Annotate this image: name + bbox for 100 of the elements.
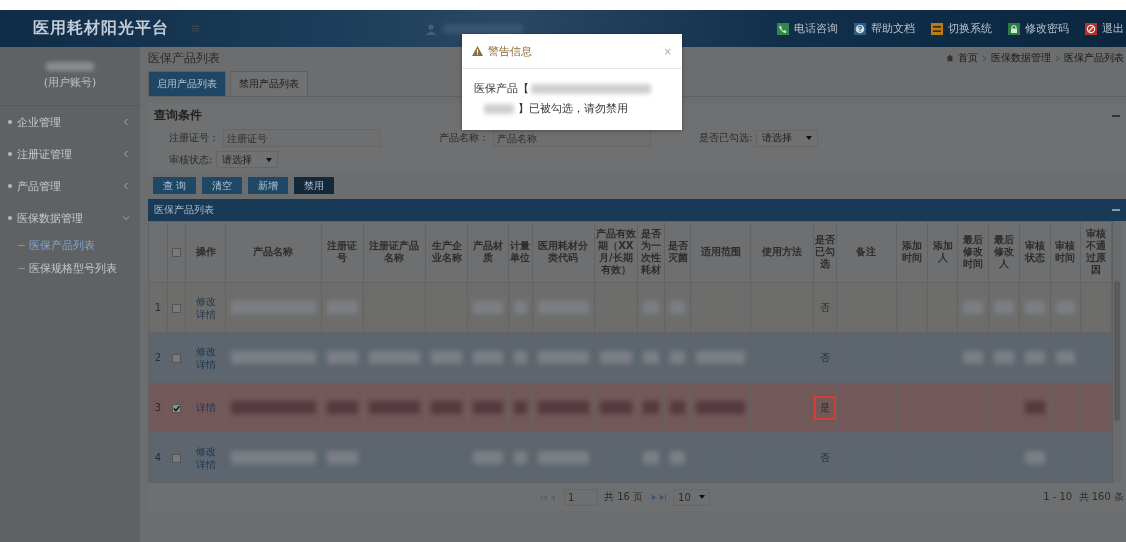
sidebar-item[interactable]: 企业管理	[0, 106, 140, 138]
column-header: 是否已勾选	[813, 221, 837, 283]
header-link[interactable]: 修改密码	[1025, 21, 1069, 36]
column-header: 产品材质	[467, 221, 509, 283]
page-input[interactable]: 1	[564, 488, 598, 506]
blurred-content	[696, 351, 746, 364]
page-title: 医保产品列表	[148, 49, 220, 67]
select-field[interactable]: 请选择	[756, 129, 819, 147]
sidebar-item[interactable]: 注册证管理	[0, 138, 140, 170]
tab[interactable]: 启用产品列表	[148, 71, 226, 96]
tab[interactable]: 禁用产品列表	[230, 71, 308, 96]
action-button[interactable]: 清空	[202, 177, 243, 194]
column-header: 最后修改人	[988, 221, 1019, 283]
checkbox[interactable]	[172, 247, 182, 257]
action-button[interactable]: 查 询	[153, 177, 197, 194]
blurred-content	[431, 351, 463, 364]
panel-title: 查询条件	[154, 107, 202, 124]
row-number: 2	[148, 332, 168, 383]
blurred-content	[599, 401, 632, 414]
column-header: 审核时间	[1050, 221, 1081, 283]
user-icon	[425, 22, 437, 35]
header-link[interactable]: 切换系统	[948, 21, 992, 36]
lock-icon	[1008, 22, 1020, 35]
action-button[interactable]: 禁用	[294, 177, 335, 194]
chevron-left-icon	[122, 182, 130, 190]
blurred-content	[696, 401, 746, 414]
checkbox[interactable]	[172, 403, 182, 413]
field-label: 是否已勾选:	[699, 131, 753, 145]
header-link[interactable]: 帮助文档	[871, 21, 915, 36]
chevron-left-icon	[122, 118, 130, 126]
page-size-select[interactable]: 10	[673, 488, 710, 506]
warning-icon	[472, 46, 483, 56]
modal-message: 】已被勾选，请勿禁用	[518, 102, 628, 115]
modal-message: 医保产品【	[474, 82, 529, 95]
column-header: 最后修改时间	[957, 221, 989, 283]
blurred-content	[514, 451, 527, 464]
blurred-content	[670, 351, 686, 364]
column-header: 产品名称	[225, 221, 322, 283]
blurred-content	[1024, 401, 1045, 414]
blurred-content	[599, 351, 632, 364]
blurred-content	[1024, 351, 1045, 364]
blurred-content	[1024, 451, 1045, 464]
table-link[interactable]: 详情	[187, 307, 225, 321]
blurred-content	[484, 104, 514, 114]
home-icon	[946, 54, 954, 62]
blurred-content	[326, 451, 358, 464]
sidebar-subitem[interactable]: 医保规格型号列表	[0, 257, 140, 280]
chevron-left-icon	[122, 150, 130, 158]
page-summary: 1 - 10 共 160 条	[1043, 490, 1125, 504]
blurred-content	[1055, 351, 1075, 364]
sidebar-item[interactable]: 医保数据管理	[0, 202, 140, 234]
blurred-content	[473, 401, 504, 414]
blurred-content	[326, 351, 358, 364]
checkbox[interactable]	[172, 303, 182, 313]
switch-icon	[931, 22, 943, 35]
account-label: (用户账号)	[43, 75, 97, 90]
blurred-content	[670, 451, 686, 464]
blurred-content	[994, 351, 1014, 364]
blurred-content	[670, 401, 686, 414]
table-link[interactable]: 修改	[187, 444, 225, 458]
blurred-content	[368, 401, 421, 414]
blurred-content	[514, 401, 527, 414]
blurred-content	[473, 351, 504, 364]
blurred-content	[537, 451, 589, 464]
header-link[interactable]: 电话咨询	[794, 21, 838, 36]
column-header: 注册证号	[321, 221, 364, 283]
column-header: 备注	[836, 221, 897, 283]
checkbox[interactable]	[172, 453, 182, 463]
dropdown-caret-icon	[266, 157, 273, 162]
column-header: 使用方法	[750, 221, 814, 283]
table-link[interactable]: 修改	[187, 294, 225, 308]
select-field[interactable]: 请选择	[216, 151, 279, 168]
header-link[interactable]: 退出	[1102, 21, 1124, 36]
breadcrumb-link[interactable]: 医保数据管理	[991, 51, 1051, 65]
column-header: 生产企业名称	[425, 221, 468, 283]
sidebar-item[interactable]: 产品管理	[0, 170, 140, 202]
checkbox[interactable]	[172, 353, 182, 363]
action-button[interactable]: 新增	[248, 177, 289, 194]
breadcrumb-link[interactable]: 医保产品列表	[1064, 51, 1124, 65]
blurred-username	[46, 62, 94, 71]
table-link[interactable]: 修改	[187, 344, 225, 358]
table-row[interactable]: 3 详情 是	[148, 382, 1112, 433]
row-number: 1	[148, 282, 168, 333]
column-header: 审核不通过原因	[1080, 221, 1112, 283]
column-header: 适用范围	[690, 221, 751, 283]
column-header: 计量单位	[508, 221, 533, 283]
chevron-right-icon	[982, 54, 987, 62]
column-header: 审核状态	[1019, 221, 1051, 283]
table-cell: 是	[815, 397, 834, 418]
breadcrumb-link[interactable]: 首页	[958, 51, 978, 65]
blurred-content	[963, 351, 984, 364]
column-header: 注册证产品名称	[363, 221, 426, 283]
close-button[interactable]: ×	[663, 45, 672, 57]
column-header: 添加人	[927, 221, 958, 283]
column-header: 是否灭菌	[664, 221, 691, 283]
platform-logo: 医用耗材阳光平台	[33, 18, 170, 39]
help-icon	[854, 22, 866, 35]
sidebar-subitem[interactable]: 医保产品列表	[0, 234, 140, 257]
menu-icon[interactable]	[191, 24, 200, 33]
blurred-content	[642, 401, 660, 414]
